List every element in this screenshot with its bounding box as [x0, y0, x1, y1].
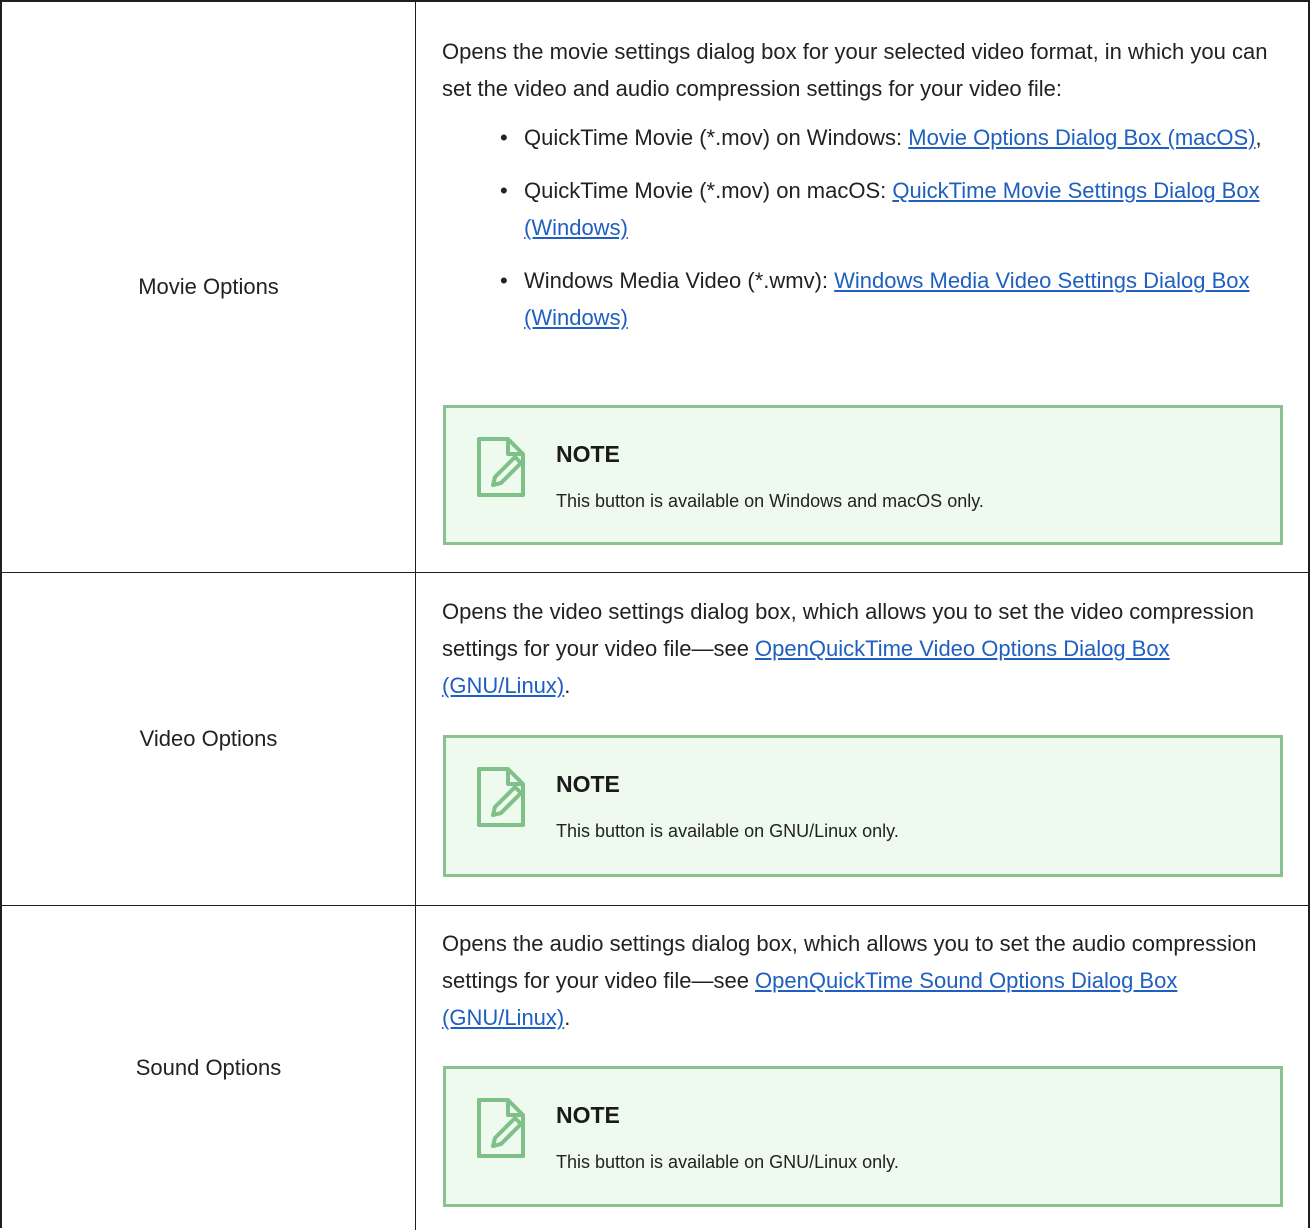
table-row-movie-options: Movie Options Opens the movie settings d…	[2, 2, 1308, 573]
description-text: Opens the audio settings dialog box, whi…	[442, 931, 1257, 1030]
table-row-video-options: Video Options Opens the video settings d…	[2, 573, 1308, 906]
note-box: NOTE This button is available on Windows…	[443, 405, 1283, 545]
note-pencil-icon	[477, 1098, 525, 1158]
row-label-text: Sound Options	[135, 1055, 282, 1080]
description-text: Opens the video settings dialog box, whi…	[442, 599, 1255, 698]
list-item: • Windows Media Video (*.wmv): Windows M…	[442, 262, 1287, 336]
note-box: NOTE This button is available on GNU/Lin…	[443, 1066, 1283, 1207]
bullet-icon: •	[500, 125, 508, 150]
bullet-icon: •	[500, 178, 508, 203]
note-title: NOTE	[556, 1102, 620, 1128]
table-row-sound-options: Sound Options Opens the audio settings d…	[2, 906, 1308, 1230]
note-pencil-icon	[477, 437, 525, 497]
list-item: • QuickTime Movie (*.mov) on Windows: Mo…	[442, 119, 1287, 156]
note-text: This button is available on GNU/Linux on…	[556, 821, 899, 841]
note-text: This button is available on Windows and …	[556, 491, 984, 511]
column-divider	[415, 2, 416, 572]
row-label-movie-options: Movie Options	[2, 2, 415, 572]
note-title: NOTE	[556, 771, 620, 797]
row-description-movie-options: Opens the movie settings dialog box for …	[442, 33, 1287, 352]
format-list: • QuickTime Movie (*.mov) on Windows: Mo…	[442, 119, 1287, 336]
row-description-sound-options: Opens the audio settings dialog box, whi…	[442, 925, 1287, 1036]
list-item: • QuickTime Movie (*.mov) on macOS: Quic…	[442, 172, 1287, 246]
row-description-video-options: Opens the video settings dialog box, whi…	[442, 593, 1287, 704]
note-title: NOTE	[556, 441, 620, 467]
row-label-text: Video Options	[139, 726, 278, 751]
description-text: Opens the movie settings dialog box for …	[442, 39, 1268, 101]
note-box: NOTE This button is available on GNU/Lin…	[443, 735, 1283, 877]
note-pencil-icon	[477, 767, 525, 827]
row-label-sound-options: Sound Options	[2, 906, 415, 1230]
options-table: Movie Options Opens the movie settings d…	[0, 0, 1310, 1230]
link-movie-options-macos[interactable]: Movie Options Dialog Box (macOS)	[908, 125, 1255, 150]
row-label-text: Movie Options	[138, 274, 279, 299]
column-divider	[415, 573, 416, 905]
column-divider	[415, 906, 416, 1230]
row-label-video-options: Video Options	[2, 573, 415, 905]
bullet-icon: •	[500, 268, 508, 293]
note-text: This button is available on GNU/Linux on…	[556, 1152, 899, 1172]
